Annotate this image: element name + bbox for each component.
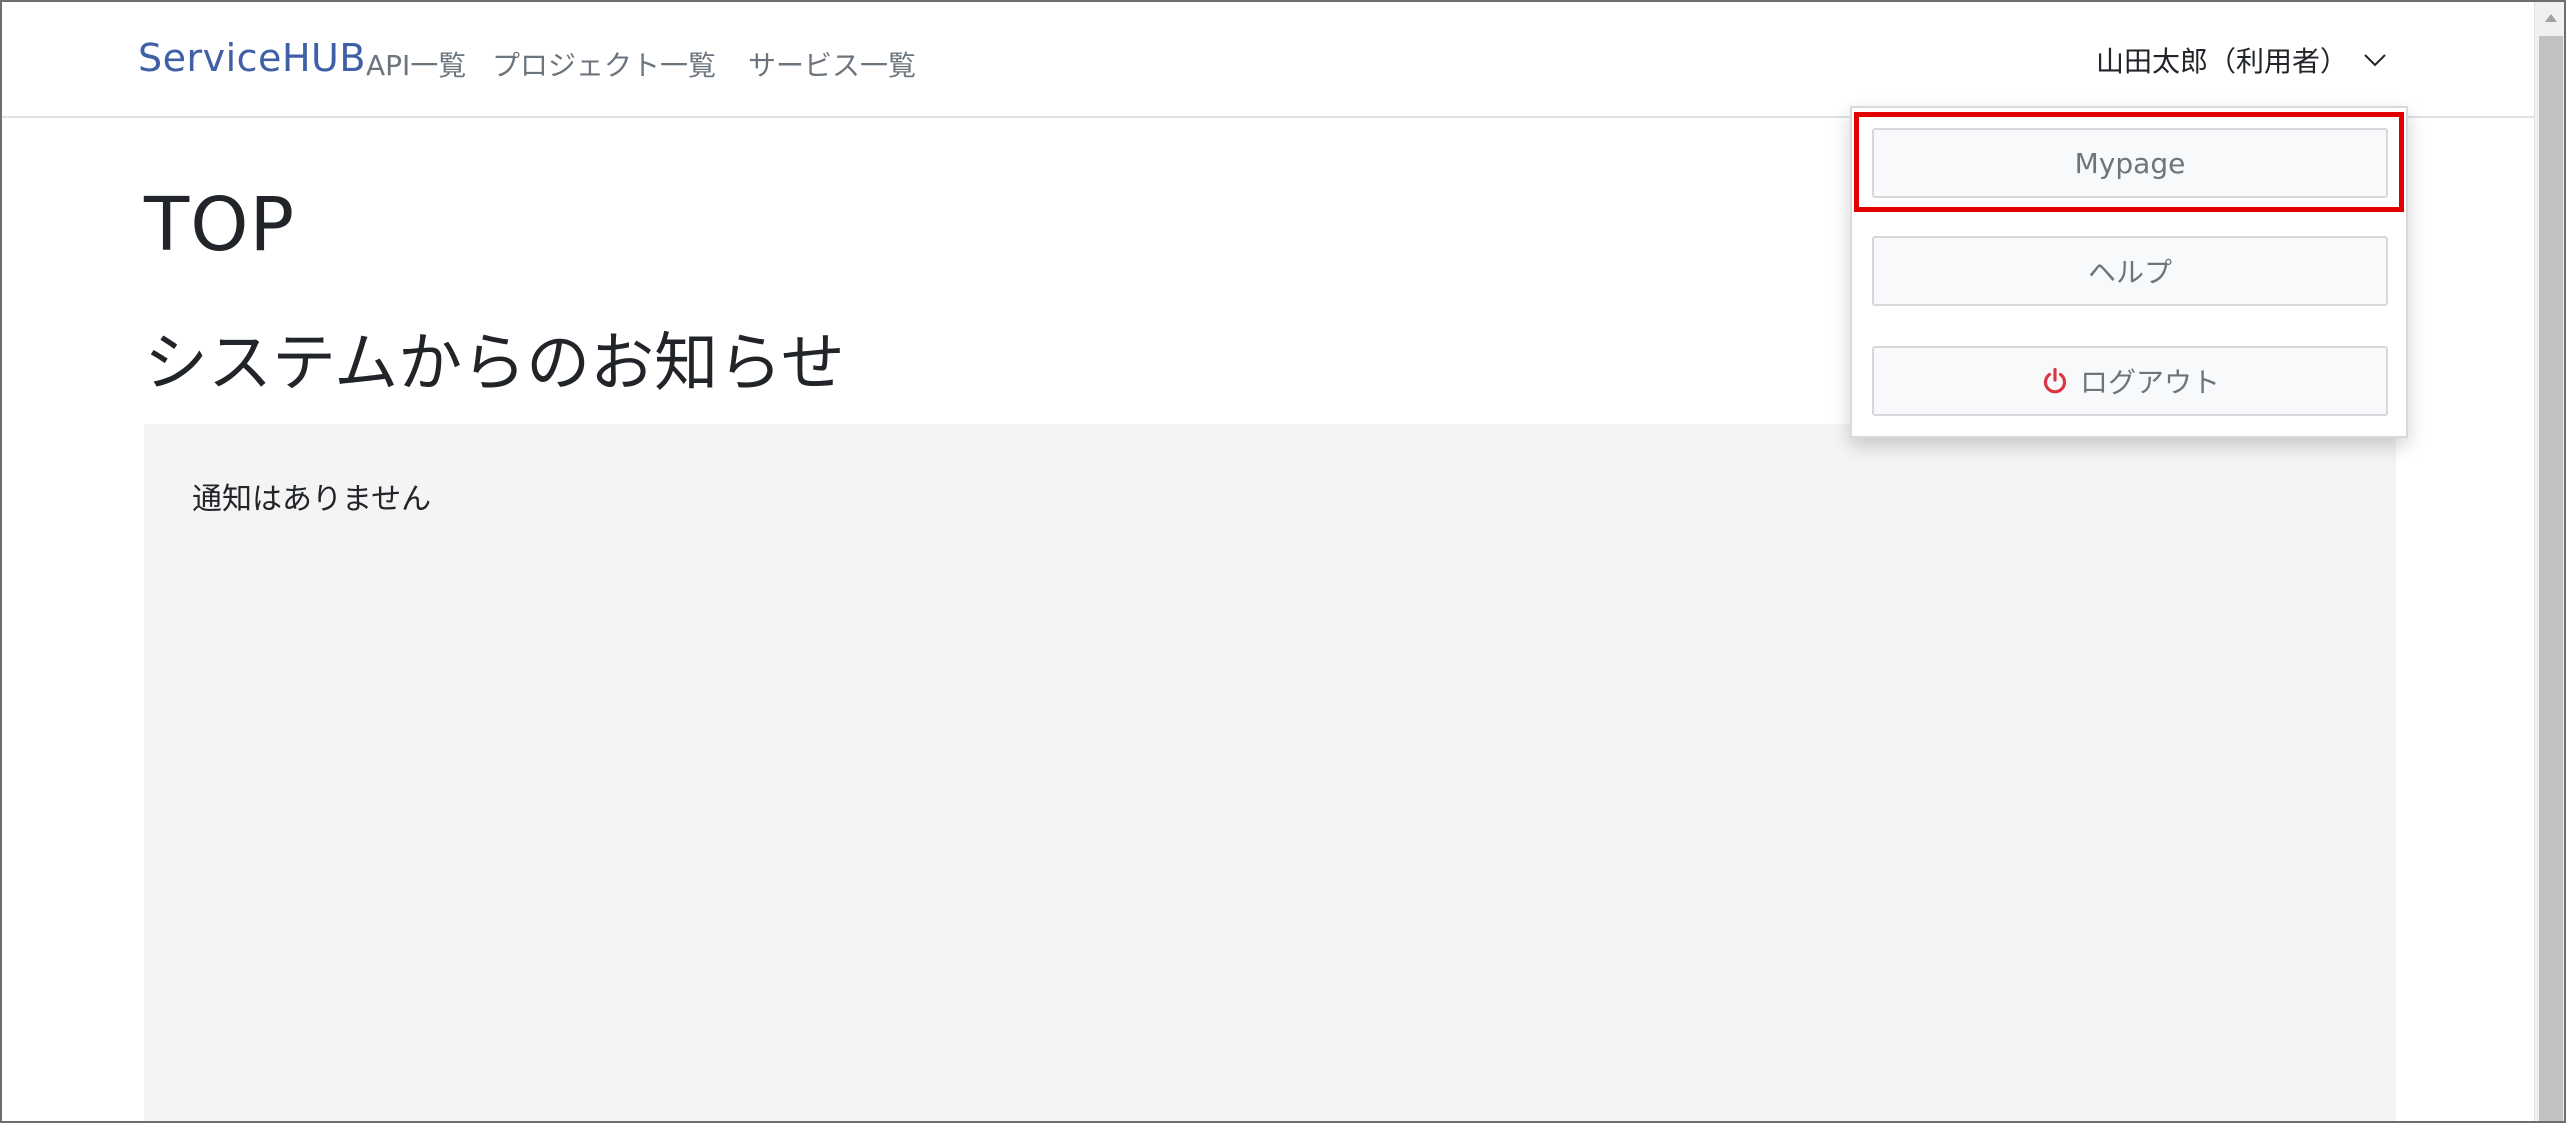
user-dropdown-menu: Mypage ヘルプ ログアウト xyxy=(1850,106,2408,438)
nav-link-api-list[interactable]: API一覧 xyxy=(366,44,466,84)
section-title-notices: システムからのお知らせ xyxy=(144,327,845,401)
nav-link-project-list[interactable]: プロジェクト一覧 xyxy=(492,44,716,84)
logout-label: ログアウト xyxy=(2079,366,2220,399)
page-title: TOP xyxy=(144,182,296,268)
help-label: ヘルプ xyxy=(2087,256,2172,289)
help-button[interactable]: ヘルプ xyxy=(1872,236,2388,306)
notice-panel: 通知はありません xyxy=(144,424,2396,1121)
vertical-scrollbar[interactable] xyxy=(2534,2,2564,1121)
scrollbar-thumb[interactable] xyxy=(2539,36,2563,1121)
chevron-down-icon xyxy=(2362,47,2388,73)
highlight-box xyxy=(1854,112,2404,212)
browser-viewport: ServiceHUB API一覧 プロジェクト一覧 サービス一覧 山田太郎（利用… xyxy=(0,0,2566,1123)
user-name-label: 山田太郎（利用者） xyxy=(2096,45,2349,78)
logout-button[interactable]: ログアウト xyxy=(1872,346,2388,416)
top-navbar: ServiceHUB API一覧 プロジェクト一覧 サービス一覧 山田太郎（利用… xyxy=(2,2,2534,118)
user-menu-toggle[interactable]: 山田太郎（利用者） xyxy=(2096,40,2388,80)
brand-logo-link[interactable]: ServiceHUB xyxy=(138,36,366,80)
nav-link-service-list[interactable]: サービス一覧 xyxy=(748,44,916,84)
notice-empty-text: 通知はありません xyxy=(192,482,432,517)
power-icon xyxy=(2040,366,2070,396)
scroll-up-arrow-icon[interactable] xyxy=(2535,2,2564,34)
